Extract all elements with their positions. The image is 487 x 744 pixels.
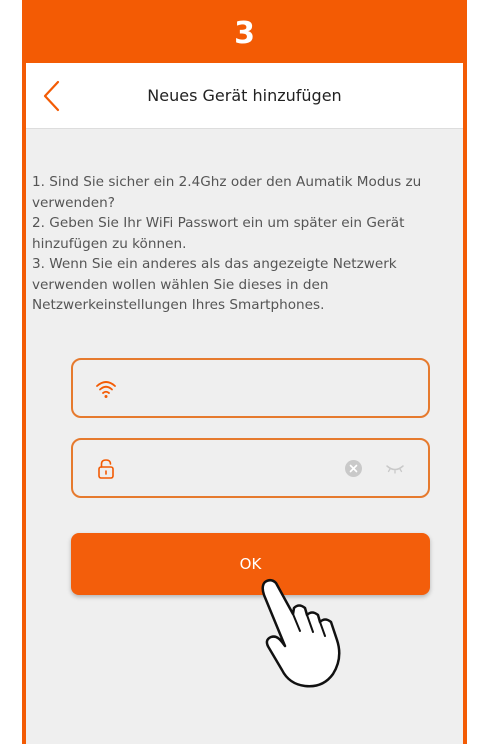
wifi-ssid-field[interactable] <box>71 358 430 418</box>
instructions-text: 1. Sind Sie sicher ein 2.4Ghz oder den A… <box>32 172 452 316</box>
eye-closed-icon <box>386 465 404 474</box>
wifi-password-field[interactable] <box>71 438 430 498</box>
lock-icon <box>98 459 114 479</box>
page-title: Neues Gerät hinzufügen <box>147 86 342 105</box>
step-number: 3 <box>234 15 255 51</box>
tutorial-frame: 3 Neues Gerät hinzufügen 1. Sind Sie sic… <box>22 0 467 744</box>
instruction-2: 2. Geben Sie Ihr WiFi Passwort ein um sp… <box>32 215 405 252</box>
app-screen: Neues Gerät hinzufügen 1. Sind Sie siche… <box>26 63 463 744</box>
toggle-password-visibility[interactable] <box>385 459 405 477</box>
instruction-1: 1. Sind Sie sicher ein 2.4Ghz oder den A… <box>32 174 422 211</box>
wifi-password-input[interactable] <box>129 450 333 488</box>
clear-password-button[interactable] <box>345 460 362 477</box>
wifi-icon <box>96 381 116 398</box>
wifi-ssid-input[interactable] <box>129 370 333 408</box>
hand-pointer-icon <box>261 579 341 688</box>
clear-icon <box>349 464 358 473</box>
top-bar: Neues Gerät hinzufügen <box>26 63 463 129</box>
instruction-3: 3. Wenn Sie ein anderes als das angezeig… <box>32 256 397 313</box>
